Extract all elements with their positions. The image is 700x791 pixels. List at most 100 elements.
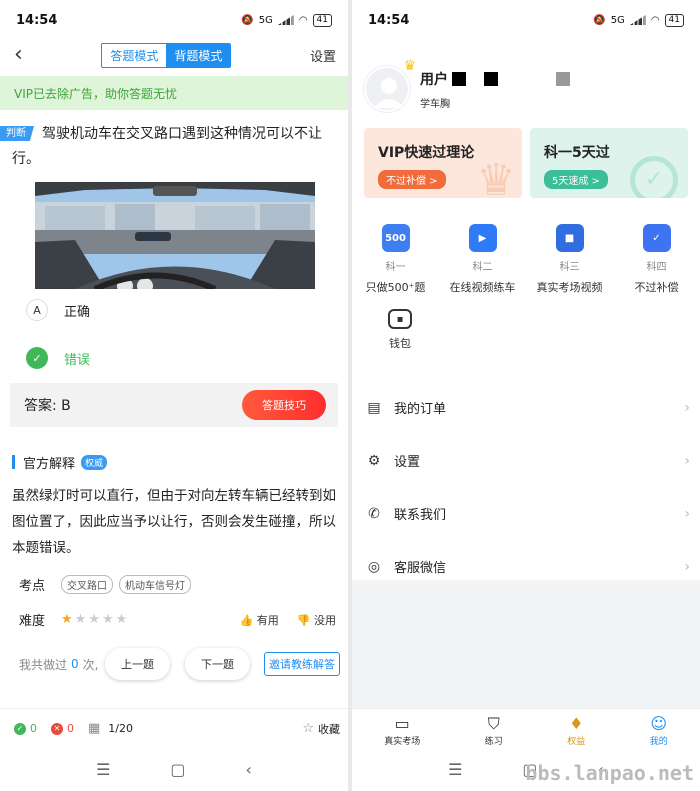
status-time: 14:54 (16, 12, 58, 28)
check-icon: ✓ (26, 347, 48, 369)
settings-menu: ▤ 我的订单 › ⚙ 设置 › ✆ 联系我们 › ◎ 客服微信 › (352, 381, 700, 593)
gear-icon: ⚙ (367, 452, 381, 469)
tab-practice[interactable]: ⛉ 练习 (485, 714, 503, 747)
useless-label: 没用 (314, 613, 336, 627)
difficulty-stars: ★★★★★ (61, 612, 130, 627)
favorite-button[interactable]: ☆ 收藏 (302, 721, 340, 737)
menu-contact[interactable]: ✆ 联系我们 › (352, 487, 700, 540)
settings-link[interactable]: 设置 (310, 46, 336, 65)
grid-item-subject2[interactable]: ▶ 科二 在线视频练车 (440, 214, 526, 295)
battery-icon: 41 (312, 13, 332, 27)
invite-coach-button[interactable]: 邀请教练解答 (264, 652, 340, 676)
status-time: 14:54 (368, 12, 410, 28)
card-badge: 5天速成 > (544, 170, 608, 189)
vip-banner: VIP已去除广告，助你答题无忧 (0, 76, 348, 110)
camera-icon: ■ (555, 224, 584, 252)
shield-icon: ⛉ (487, 714, 500, 733)
smile-icon: ☺ (650, 714, 668, 733)
back-icon[interactable]: ‹ (14, 44, 23, 66)
avatar[interactable]: ♛ (364, 58, 416, 112)
tab-exam[interactable]: ▭ 真实考场 (384, 714, 420, 747)
wifi-icon: ◠ (298, 14, 308, 26)
chevron-right-icon: › (684, 558, 690, 575)
right-screen: 14:54 🔕 5G ◠ 41 ♛ 用户 学车胸 VIP快速过理论 不过补偿 > (352, 0, 700, 791)
vip-icon: ♦ (569, 714, 584, 733)
prev-question-button[interactable]: 上一题 (105, 648, 170, 680)
redaction-block (452, 71, 466, 86)
grid-label: 在线视频练车 (449, 281, 516, 294)
progress-text[interactable]: 1/20 (108, 722, 133, 735)
status-bar: 14:54 🔕 5G ◠ 41 (352, 0, 700, 40)
explanation-text: 虽然绿灯时可以直行，但由于对向左转车辆已经转到如图位置了，因此应当予以让行，否则… (12, 488, 336, 556)
tab-label: 真实考场 (384, 737, 421, 747)
useful-label: 有用 (256, 613, 279, 627)
user-silhouette-icon (374, 78, 404, 108)
done-count-row: 我共做过 0 次, 上一题 下一题 邀请教练解答 (19, 648, 348, 680)
menu-label: 我的订单 (394, 402, 447, 417)
menu-icon[interactable]: ☰ (96, 760, 110, 779)
wallet-item[interactable]: ▪ 钱包 (357, 309, 443, 351)
status-icons: 🔕 5G ◠ 41 (241, 13, 332, 27)
useless-button[interactable]: 👎 没用 (297, 612, 336, 628)
option-b[interactable]: ✓ 错误 (0, 337, 348, 379)
menu-wechat[interactable]: ◎ 客服微信 › (352, 540, 700, 593)
menu-settings[interactable]: ⚙ 设置 › (352, 434, 700, 487)
menu-label: 设置 (394, 455, 421, 470)
kp-tag[interactable]: 机动车信号灯 (119, 575, 192, 594)
tab-label: 练习 (484, 737, 503, 747)
star-icon: ☆ (302, 721, 314, 736)
answer-mode-tab[interactable]: 答题模式 (102, 43, 167, 67)
question-header: ‹ 答题模式 背题模式 设置 (0, 40, 348, 70)
user-info: 用户 学车胸 (420, 69, 570, 110)
promo-cards: VIP快速过理论 不过补偿 > ♛ 科一5天过 5天速成 > ✓ (352, 128, 700, 198)
redaction-block (484, 71, 498, 86)
useful-button[interactable]: 👍 有用 (240, 612, 279, 628)
subject1-card[interactable]: 科一5天过 5天速成 > ✓ (530, 128, 688, 198)
wifi-icon: ◠ (650, 14, 660, 26)
tab-mine[interactable]: ☺ 我的 (650, 714, 668, 747)
difficulty-label: 难度 (19, 614, 46, 629)
profile-panel: 14:54 🔕 5G ◠ 41 ♛ 用户 学车胸 VIP快速过理论 不过补偿 > (352, 0, 700, 580)
recite-mode-tab[interactable]: 背题模式 (166, 43, 231, 67)
wechat-icon: ◎ (367, 558, 381, 575)
correct-icon: ✓ (14, 722, 26, 735)
favorite-label: 收藏 (318, 722, 340, 736)
vip-theory-card[interactable]: VIP快速过理论 不过补偿 > ♛ (364, 128, 522, 198)
grid-item-subject4[interactable]: ✓ 科四 不过补偿 (614, 214, 700, 295)
answer-tips-button[interactable]: 答题技巧 (242, 390, 326, 420)
question-footer: ✓ 0 ✕ 0 ▦ 1/20 ☆ 收藏 (0, 708, 348, 748)
mode-switch: 答题模式 背题模式 (101, 42, 232, 68)
chevron-right-icon: › (684, 505, 690, 522)
tab-label: 权益 (567, 737, 586, 747)
option-a[interactable]: A 正确 (0, 289, 348, 331)
grid-item-subject3[interactable]: ■ 科三 真实考场视频 (527, 214, 613, 295)
left-screen: 14:54 🔕 5G ◠ 41 ‹ 答题模式 背题模式 设置 VIP已去除广告，… (0, 0, 348, 791)
intersection-scene-svg (35, 182, 315, 289)
question-bank-icon: 500 (381, 224, 410, 252)
kp-tag[interactable]: 交叉路口 (61, 575, 114, 594)
feedback-buttons: 👍 有用 👎 没用 (240, 612, 336, 628)
correct-count: 0 (30, 722, 37, 735)
phone-icon: ✆ (368, 505, 380, 522)
wallet-icon: ▪ (388, 309, 412, 329)
tab-benefits[interactable]: ♦ 权益 (567, 714, 585, 747)
grid-icon[interactable]: ▦ (88, 721, 100, 736)
grid-item-subject1[interactable]: 500 科一 只做500⁺题 (353, 214, 439, 295)
back-nav-icon[interactable]: ‹ (246, 760, 252, 779)
status-bar: 14:54 🔕 5G ◠ 41 (0, 0, 348, 40)
user-profile[interactable]: ♛ 用户 学车胸 (352, 40, 700, 120)
mute-icon: 🔕 (593, 14, 606, 26)
wallet-label: 钱包 (389, 337, 411, 350)
menu-icon[interactable]: ☰ (448, 760, 462, 779)
next-question-button[interactable]: 下一题 (185, 648, 250, 680)
menu-orders[interactable]: ▤ 我的订单 › (352, 381, 700, 434)
grid-sub: 科四 (646, 262, 667, 273)
answer-text: 答案: B (24, 398, 71, 414)
monitor-icon: ▭ (394, 714, 410, 733)
chevron-right-icon: › (684, 399, 690, 416)
chevron-right-icon: › (684, 452, 690, 469)
username: 用户 (420, 71, 448, 88)
kp-label: 考点 (19, 579, 46, 594)
feature-grid: 500 科一 只做500⁺题 ▶ 科二 在线视频练车 ■ 科三 真实考场视频 ✓… (352, 214, 700, 295)
home-icon[interactable]: ▢ (170, 760, 185, 779)
